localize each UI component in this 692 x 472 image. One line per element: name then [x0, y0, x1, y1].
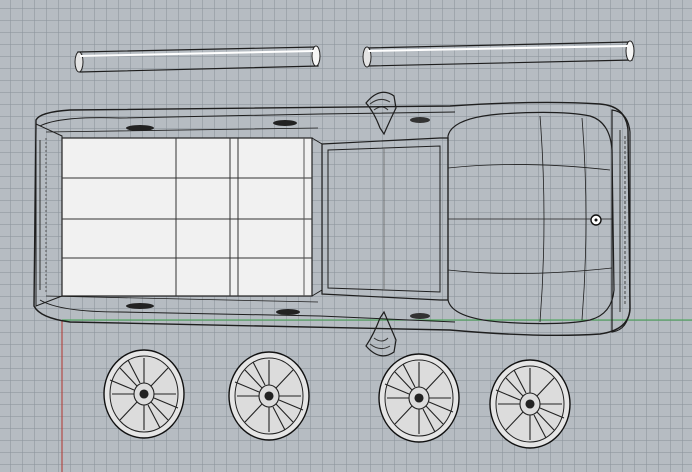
scene-canvas[interactable] [0, 0, 692, 472]
exhaust-pipe-right[interactable] [362, 40, 635, 68]
wheel-4[interactable] [489, 359, 571, 449]
wheel-3[interactable] [378, 353, 460, 443]
exhaust-pipe-left[interactable] [74, 45, 321, 73]
rhino-top-viewport[interactable] [0, 0, 692, 472]
wheel-1[interactable] [103, 349, 185, 439]
wheel-2[interactable] [228, 351, 310, 441]
vehicle-body[interactable] [33, 101, 631, 337]
